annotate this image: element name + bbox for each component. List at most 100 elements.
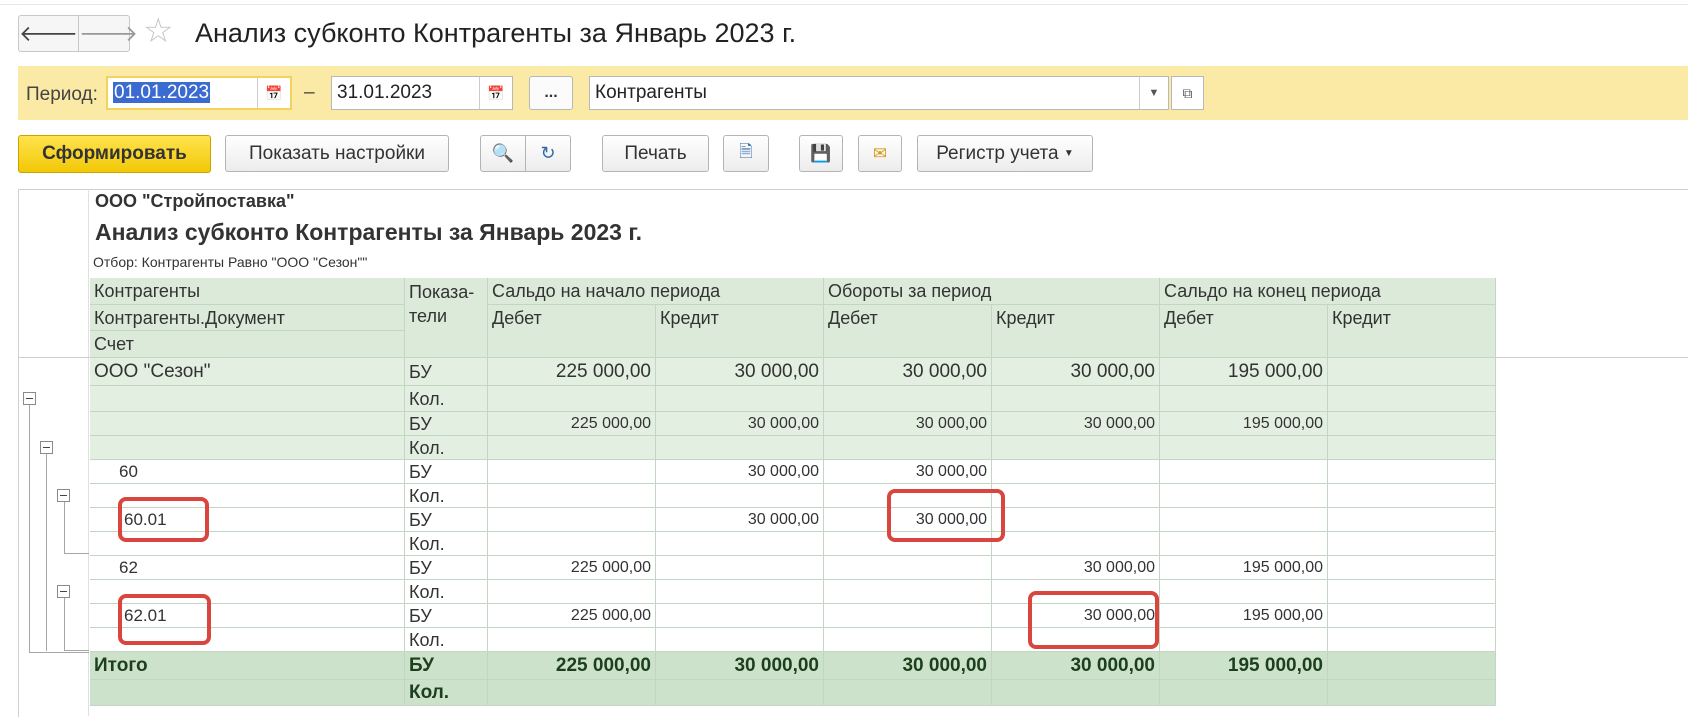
collapse-group-icon[interactable] (57, 489, 70, 502)
header-cell[interactable]: Кредит (992, 305, 1160, 358)
indicator-cell[interactable]: БУ (405, 460, 488, 484)
value-cell[interactable] (488, 580, 656, 604)
value-cell[interactable] (1160, 680, 1328, 706)
forward-icon[interactable]: 🡒 (78, 16, 138, 51)
period-end-value[interactable]: 31.01.2023 (332, 82, 479, 104)
value-cell[interactable] (488, 680, 656, 706)
indicator-cell[interactable]: Кол. (405, 628, 488, 652)
indicator-cell[interactable]: БУ (405, 412, 488, 436)
value-cell[interactable] (1328, 556, 1496, 580)
generate-button[interactable]: Сформировать (18, 135, 211, 173)
value-cell[interactable] (1160, 484, 1328, 508)
value-cell[interactable] (1328, 628, 1496, 652)
value-cell[interactable] (656, 604, 824, 628)
save-icon[interactable]: 💾 (799, 135, 843, 172)
value-cell[interactable] (1328, 604, 1496, 628)
value-cell[interactable]: 30 000,00 (656, 412, 824, 436)
header-group-cell[interactable]: Обороты за период (824, 278, 1160, 305)
indicator-cell[interactable]: Кол. (405, 386, 488, 412)
indicator-cell[interactable]: Кол. (405, 532, 488, 556)
value-cell[interactable] (656, 532, 824, 556)
value-cell[interactable]: 30 000,00 (824, 358, 992, 386)
value-cell[interactable]: 30 000,00 (656, 508, 824, 532)
value-cell[interactable] (656, 484, 824, 508)
account-cell[interactable]: ООО "Сезон" (90, 358, 405, 386)
value-cell[interactable] (1328, 652, 1496, 680)
value-cell[interactable] (656, 436, 824, 460)
show-settings-button[interactable]: Показать настройки (225, 135, 449, 172)
value-cell[interactable]: 225 000,00 (488, 604, 656, 628)
header-group-cell[interactable]: Сальдо на конец периода (1160, 278, 1496, 305)
value-cell[interactable] (656, 580, 824, 604)
value-cell[interactable] (488, 484, 656, 508)
value-cell[interactable] (488, 532, 656, 556)
value-cell[interactable] (1160, 532, 1328, 556)
value-cell[interactable] (1328, 484, 1496, 508)
value-cell[interactable] (992, 436, 1160, 460)
register-button[interactable]: Регистр учета ▼ (917, 135, 1093, 172)
value-cell[interactable] (488, 508, 656, 532)
header-cell[interactable]: Кредит (1328, 305, 1496, 358)
calendar-icon[interactable]: 📅 (479, 77, 512, 109)
value-cell[interactable]: 30 000,00 (824, 652, 992, 680)
value-cell[interactable]: 225 000,00 (488, 556, 656, 580)
print-button[interactable]: Печать (602, 135, 709, 172)
value-cell[interactable] (1160, 508, 1328, 532)
indicator-cell[interactable]: БУ (405, 556, 488, 580)
table-cell[interactable] (90, 680, 405, 706)
subconto-select[interactable]: Контрагенты ▼ (589, 76, 1169, 110)
indicator-cell[interactable]: Кол. (405, 484, 488, 508)
value-cell[interactable] (656, 386, 824, 412)
value-cell[interactable] (824, 680, 992, 706)
account-cell[interactable]: 60 (90, 460, 405, 484)
period-start-field[interactable]: 01.01.2023 📅 (106, 76, 292, 110)
header-cell[interactable]: Дебет (824, 305, 992, 358)
back-icon[interactable]: 🡐 (19, 16, 78, 51)
header-cell[interactable]: Дебет (488, 305, 656, 358)
value-cell[interactable] (1160, 460, 1328, 484)
value-cell[interactable] (824, 580, 992, 604)
value-cell[interactable] (992, 508, 1160, 532)
value-cell[interactable] (992, 680, 1160, 706)
header-cell[interactable]: Показа- тели (405, 278, 488, 358)
value-cell[interactable] (824, 604, 992, 628)
value-cell[interactable]: 30 000,00 (656, 358, 824, 386)
search-next-icon[interactable]: ↻ (525, 136, 570, 171)
value-cell[interactable] (1328, 460, 1496, 484)
value-cell[interactable] (1328, 680, 1496, 706)
value-cell[interactable] (824, 556, 992, 580)
value-cell[interactable] (1328, 580, 1496, 604)
open-window-icon[interactable]: ⧉ (1171, 76, 1204, 110)
collapse-group-icon[interactable] (23, 392, 36, 405)
indicator-cell[interactable]: БУ (405, 652, 488, 680)
value-cell[interactable] (1160, 628, 1328, 652)
value-cell[interactable] (1328, 386, 1496, 412)
indicator-cell[interactable]: Кол. (405, 680, 488, 706)
indicator-cell[interactable]: БУ (405, 358, 488, 386)
indicator-cell[interactable]: БУ (405, 508, 488, 532)
value-cell[interactable]: 225 000,00 (488, 412, 656, 436)
print-preview-icon[interactable]: 🗎 (723, 135, 769, 172)
value-cell[interactable]: 225 000,00 (488, 652, 656, 680)
value-cell[interactable]: 30 000,00 (992, 412, 1160, 436)
value-cell[interactable]: 195 000,00 (1160, 652, 1328, 680)
value-cell[interactable] (1160, 580, 1328, 604)
indicator-cell[interactable]: БУ (405, 604, 488, 628)
indicator-cell[interactable]: Кол. (405, 580, 488, 604)
value-cell[interactable] (824, 436, 992, 460)
value-cell[interactable]: 30 000,00 (992, 556, 1160, 580)
header-cell[interactable]: Контрагенты.Документ (90, 305, 405, 331)
value-cell[interactable]: 30 000,00 (824, 460, 992, 484)
header-group-cell[interactable]: Сальдо на начало периода (488, 278, 824, 305)
collapse-group-icon[interactable] (40, 441, 53, 454)
chevron-down-icon[interactable]: ▼ (1139, 77, 1168, 109)
value-cell[interactable] (656, 628, 824, 652)
favorite-star-icon[interactable]: ☆ (143, 14, 173, 48)
value-cell[interactable]: 30 000,00 (992, 358, 1160, 386)
header-cell[interactable]: Контрагенты (90, 278, 405, 305)
subconto-value[interactable]: Контрагенты (590, 82, 1139, 104)
value-cell[interactable] (1328, 358, 1496, 386)
value-cell[interactable]: 225 000,00 (488, 358, 656, 386)
value-cell[interactable] (488, 386, 656, 412)
value-cell[interactable]: 30 000,00 (824, 412, 992, 436)
